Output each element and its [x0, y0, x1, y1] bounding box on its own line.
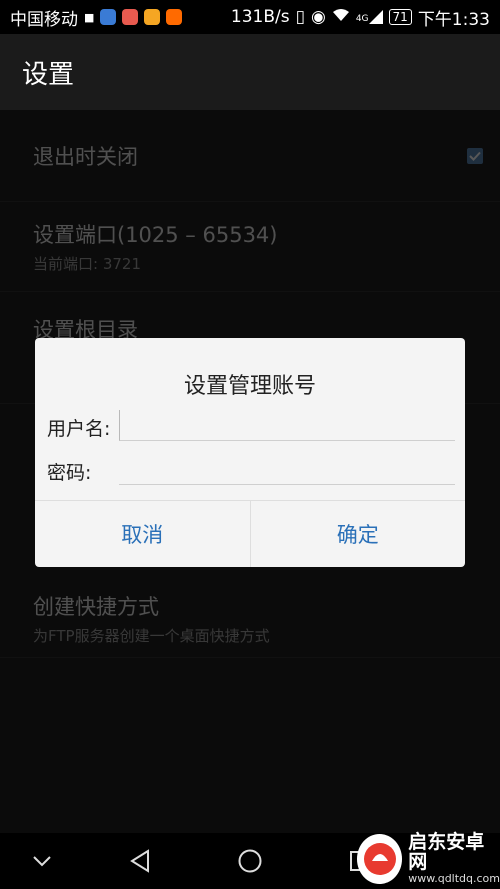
watermark-brand: 启东安卓网 — [408, 831, 485, 874]
network-type-label: 4G — [355, 14, 369, 24]
cancel-button[interactable]: 取消 — [35, 501, 250, 567]
battery-level: 71 — [392, 10, 408, 24]
password-field-row: 密码: — [47, 454, 457, 485]
page-title: 设置 — [22, 59, 75, 90]
status-bar: 中国移动 ■ 131B/s ▯ ◉ 4G 71 下午1:33 — [0, 0, 500, 34]
watermark-logo-icon — [357, 834, 403, 884]
setting-shortcut-label: 创建快捷方式 — [33, 595, 159, 619]
carrier-name: 中国移动 — [10, 9, 78, 30]
check-icon — [469, 151, 481, 161]
chevron-down-icon — [33, 856, 51, 867]
exit-close-checkbox[interactable] — [467, 148, 483, 164]
setting-port-label: 设置端口(1025 – 65534) — [33, 223, 278, 247]
k-app-icon — [100, 9, 117, 25]
vibrate-icon: ▯ — [295, 7, 305, 27]
password-label: 密码: — [47, 462, 92, 484]
signal-icon: 4G — [356, 10, 383, 24]
weibo-icon — [144, 9, 161, 25]
dialog-title: 设置管理账号 — [183, 374, 316, 399]
setting-port-value: 当前端口: 3721 — [33, 255, 141, 273]
action-bar: 设置 — [0, 34, 500, 110]
map-app-icon — [122, 9, 139, 25]
setting-exit-close-label: 退出时关闭 — [33, 144, 138, 169]
eye-icon: ◉ — [310, 7, 326, 27]
setting-port[interactable]: 设置端口(1025 – 65534) 当前端口: 3721 — [0, 202, 500, 292]
username-label: 用户名: — [47, 418, 111, 440]
nav-collapse-button[interactable] — [12, 833, 72, 889]
setting-shortcut[interactable]: 创建快捷方式 为FTP服务器创建一个桌面快捷方式 — [0, 580, 500, 658]
password-input[interactable] — [119, 454, 455, 485]
ok-button[interactable]: 确定 — [249, 501, 466, 567]
nav-home-button[interactable] — [220, 833, 280, 889]
watermark: 启东安卓网 www.qdltdq.com — [355, 829, 500, 889]
admin-account-dialog: 设置管理账号 用户名: 密码: 取消 确定 — [35, 338, 465, 567]
nav-back-button[interactable] — [110, 833, 170, 889]
network-speed: 131B/s — [230, 7, 290, 27]
watermark-url: www.qdltdq.com — [408, 872, 500, 886]
dialog-button-bar: 取消 确定 — [35, 500, 465, 567]
clock: 下午1:33 — [417, 9, 490, 30]
taobao-icon — [166, 9, 183, 25]
setting-shortcut-desc: 为FTP服务器创建一个桌面快捷方式 — [33, 627, 270, 645]
home-circle-icon — [238, 849, 262, 873]
username-input[interactable] — [119, 410, 455, 441]
notification-icon: ■ — [84, 10, 95, 24]
wifi-icon — [332, 7, 350, 27]
battery-icon: 71 — [388, 9, 412, 25]
username-field-row: 用户名: — [47, 410, 457, 441]
setting-exit-close[interactable]: 退出时关闭 — [0, 110, 500, 202]
back-triangle-icon — [130, 849, 149, 873]
